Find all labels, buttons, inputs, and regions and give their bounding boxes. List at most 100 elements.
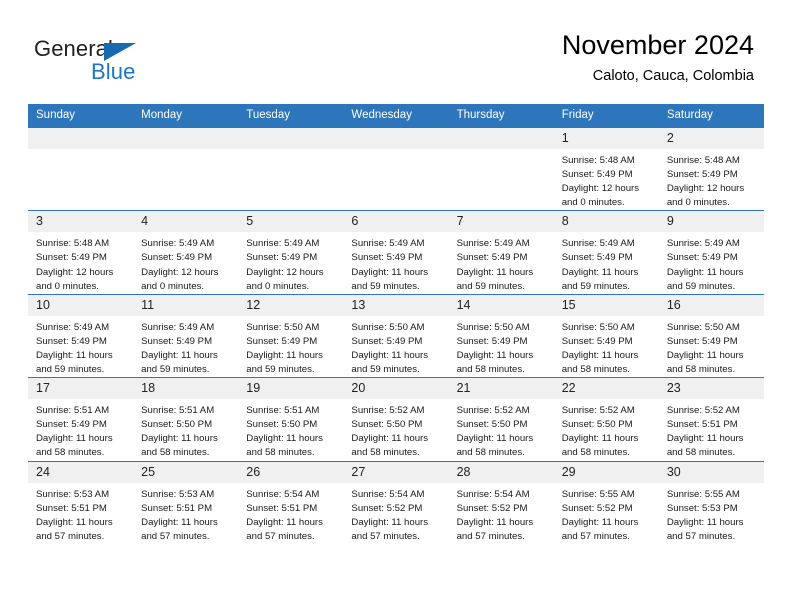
sunrise-text: Sunrise: 5:54 AM <box>351 488 425 500</box>
calendar-day-cell[interactable]: 6 Sunrise: 5:49 AM Sunset: 5:49 PM Daylight… <box>343 210 449 295</box>
calendar-body: 1 Sunrise: 5:48 AM Sunset: 5:49 PM Daylight… <box>28 126 764 544</box>
sunrise-text: Sunrise: 5:51 AM <box>246 405 320 417</box>
day-details: Sunrise: 5:49 AM Sunset: 5:49 PM Daylight:… <box>554 232 659 293</box>
calendar-day-cell-empty <box>238 126 344 211</box>
daylight-text: Daylight: 11 hours and 58 minutes. <box>36 433 113 459</box>
calendar-day-cell[interactable]: 11 Sunrise: 5:49 AM Sunset: 5:49 PM Dayligh… <box>133 293 239 378</box>
daylight-text: Daylight: 11 hours and 59 minutes. <box>456 266 534 292</box>
sunrise-text: Sunrise: 5:49 AM <box>246 238 320 250</box>
logo-text-blue: Blue <box>91 59 136 84</box>
calendar-day-cell[interactable]: 29 Sunrise: 5:55 AM Sunset: 5:52 PM Dayligh… <box>553 460 659 544</box>
daylight-text: Daylight: 11 hours and 58 minutes. <box>141 433 218 459</box>
sunset-text: Sunset: 5:52 PM <box>456 502 528 514</box>
calendar-day-cell[interactable]: 17 Sunrise: 5:51 AM Sunset: 5:49 PM Dayligh… <box>28 377 134 461</box>
daylight-text: Daylight: 11 hours and 58 minutes. <box>666 349 744 376</box>
calendar-day-cell[interactable]: 23 Sunrise: 5:52 AM Sunset: 5:51 PM Dayligh… <box>658 377 764 461</box>
daylight-text: Daylight: 11 hours and 57 minutes. <box>351 516 429 542</box>
calendar-day-cell[interactable]: 12 Sunrise: 5:50 AM Sunset: 5:49 PM Dayligh… <box>238 293 344 378</box>
sunset-text: Sunset: 5:49 PM <box>246 335 318 347</box>
day-details: Sunrise: 5:54 AM Sunset: 5:52 PM Daylight:… <box>343 483 448 544</box>
daylight-text: Daylight: 11 hours and 58 minutes. <box>561 433 639 459</box>
day-details: Sunrise: 5:50 AM Sunset: 5:49 PM Daylight:… <box>238 316 343 377</box>
calendar-day-cell[interactable]: 18 Sunrise: 5:51 AM Sunset: 5:50 PM Dayligh… <box>133 377 239 461</box>
sunset-text: Sunset: 5:49 PM <box>36 419 107 431</box>
daylight-text: Daylight: 11 hours and 58 minutes. <box>456 349 534 376</box>
calendar-day-cell[interactable]: 22 Sunrise: 5:52 AM Sunset: 5:50 PM Dayligh… <box>553 377 659 461</box>
sunrise-text: Sunrise: 5:50 AM <box>351 321 425 333</box>
calendar-day-cell[interactable]: 7 Sunrise: 5:49 AM Sunset: 5:49 PM Daylight… <box>448 210 554 295</box>
daylight-text: Daylight: 11 hours and 57 minutes. <box>666 516 744 542</box>
calendar-day-cell[interactable]: 24 Sunrise: 5:53 AM Sunset: 5:51 PM Dayligh… <box>28 460 134 544</box>
day-number: 29 <box>553 461 659 483</box>
calendar-day-cell[interactable]: 25 Sunrise: 5:53 AM Sunset: 5:51 PM Dayligh… <box>133 460 239 544</box>
sunrise-text: Sunrise: 5:54 AM <box>246 488 320 500</box>
weekday-header-sunday: Sunday <box>28 104 134 128</box>
calendar-day-cell[interactable]: 26 Sunrise: 5:54 AM Sunset: 5:51 PM Dayligh… <box>238 460 344 544</box>
weekday-header: Sunday Monday Tuesday Wednesday Thursday Frid… <box>28 104 764 128</box>
sunset-text: Sunset: 5:51 PM <box>246 502 318 514</box>
sunrise-text: Sunrise: 5:55 AM <box>666 488 740 500</box>
page-title: November 2024 <box>561 30 754 60</box>
calendar-day-cell[interactable]: 20 Sunrise: 5:52 AM Sunset: 5:50 PM Dayligh… <box>343 377 449 461</box>
calendar-day-cell[interactable]: 19 Sunrise: 5:51 AM Sunset: 5:50 PM Dayligh… <box>238 377 344 461</box>
calendar-day-cell[interactable]: 14 Sunrise: 5:50 AM Sunset: 5:49 PM Dayligh… <box>448 293 554 378</box>
day-details: Sunrise: 5:49 AM Sunset: 5:49 PM Daylight:… <box>133 316 238 377</box>
calendar-day-cell[interactable]: 21 Sunrise: 5:52 AM Sunset: 5:50 PM Dayligh… <box>448 377 554 461</box>
day-number: 20 <box>343 378 449 400</box>
day-details: Sunrise: 5:48 AM Sunset: 5:49 PM Daylight:… <box>554 149 659 210</box>
sunrise-text: Sunrise: 5:51 AM <box>36 405 110 417</box>
calendar-day-cell[interactable]: 9 Sunrise: 5:49 AM Sunset: 5:49 PM Daylight… <box>658 210 764 295</box>
sunrise-text: Sunrise: 5:52 AM <box>666 405 740 417</box>
day-number: 10 <box>28 294 134 316</box>
calendar-day-cell-empty <box>448 126 554 211</box>
calendar-week-row: 10 Sunrise: 5:49 AM Sunset: 5:49 PM Dayligh… <box>28 293 764 378</box>
sunrise-text: Sunrise: 5:52 AM <box>456 405 530 417</box>
day-number: 11 <box>133 294 239 316</box>
day-number: 13 <box>343 294 449 316</box>
sunset-text: Sunset: 5:49 PM <box>666 335 738 347</box>
day-details: Sunrise: 5:50 AM Sunset: 5:49 PM Daylight:… <box>343 316 448 377</box>
calendar-day-cell[interactable]: 15 Sunrise: 5:50 AM Sunset: 5:49 PM Dayligh… <box>553 293 659 378</box>
page-header: General Blue November 2024 Caloto, Cauca… <box>0 0 792 100</box>
daylight-text: Daylight: 11 hours and 58 minutes. <box>561 349 639 376</box>
sunrise-text: Sunrise: 5:51 AM <box>141 405 215 417</box>
calendar-day-cell[interactable]: 10 Sunrise: 5:49 AM Sunset: 5:49 PM Dayligh… <box>28 293 134 378</box>
day-number: 23 <box>658 378 764 400</box>
calendar-day-cell[interactable]: 8 Sunrise: 5:49 AM Sunset: 5:49 PM Daylight… <box>553 210 659 295</box>
day-details: Sunrise: 5:51 AM Sunset: 5:50 PM Daylight:… <box>238 399 343 460</box>
day-details: Sunrise: 5:51 AM Sunset: 5:50 PM Daylight:… <box>133 399 238 460</box>
day-details: Sunrise: 5:50 AM Sunset: 5:49 PM Daylight:… <box>554 316 659 377</box>
daylight-text: Daylight: 11 hours and 57 minutes. <box>456 516 534 542</box>
day-number: 19 <box>238 378 344 400</box>
day-number: 15 <box>553 294 659 316</box>
daylight-text: Daylight: 11 hours and 57 minutes. <box>561 516 639 542</box>
weekday-header-monday: Monday <box>133 104 239 128</box>
calendar-day-cell[interactable]: 30 Sunrise: 5:55 AM Sunset: 5:53 PM Dayligh… <box>658 460 764 544</box>
calendar-day-cell[interactable]: 1 Sunrise: 5:48 AM Sunset: 5:49 PM Daylight… <box>553 126 659 211</box>
calendar-day-cell[interactable]: 4 Sunrise: 5:49 AM Sunset: 5:49 PM Daylight… <box>133 210 239 295</box>
sunset-text: Sunset: 5:49 PM <box>561 252 633 264</box>
weekday-header-friday: Friday <box>553 104 659 128</box>
calendar-day-cell[interactable]: 3 Sunrise: 5:48 AM Sunset: 5:49 PM Daylight… <box>28 210 134 295</box>
sunset-text: Sunset: 5:50 PM <box>141 419 213 431</box>
daylight-text: Daylight: 11 hours and 59 minutes. <box>351 266 429 292</box>
day-number: 3 <box>28 211 134 233</box>
day-details: Sunrise: 5:55 AM Sunset: 5:53 PM Daylight:… <box>659 483 764 544</box>
day-number: 21 <box>448 378 554 400</box>
sunset-text: Sunset: 5:50 PM <box>246 419 318 431</box>
calendar-day-cell[interactable]: 5 Sunrise: 5:49 AM Sunset: 5:49 PM Daylight… <box>238 210 344 295</box>
generalblue-logo[interactable]: General Blue <box>34 36 164 86</box>
day-number: 22 <box>553 378 659 400</box>
calendar-day-cell[interactable]: 13 Sunrise: 5:50 AM Sunset: 5:49 PM Dayligh… <box>343 293 449 378</box>
calendar-day-cell[interactable]: 27 Sunrise: 5:54 AM Sunset: 5:52 PM Dayligh… <box>343 460 449 544</box>
title-block: November 2024 Caloto, Cauca, Colombia <box>562 30 754 84</box>
sunset-text: Sunset: 5:49 PM <box>246 252 318 264</box>
day-number: 1 <box>553 128 659 149</box>
sunset-text: Sunset: 5:49 PM <box>141 252 213 264</box>
daylight-text: Daylight: 12 hours and 0 minutes. <box>666 183 745 209</box>
sunset-text: Sunset: 5:51 PM <box>141 502 213 514</box>
calendar-day-cell[interactable]: 2 Sunrise: 5:48 AM Sunset: 5:49 PM Daylight… <box>658 126 764 211</box>
calendar-day-cell[interactable]: 16 Sunrise: 5:50 AM Sunset: 5:49 PM Dayligh… <box>658 293 764 378</box>
calendar-day-cell[interactable]: 28 Sunrise: 5:54 AM Sunset: 5:52 PM Dayligh… <box>448 460 554 544</box>
sunset-text: Sunset: 5:49 PM <box>351 252 423 264</box>
